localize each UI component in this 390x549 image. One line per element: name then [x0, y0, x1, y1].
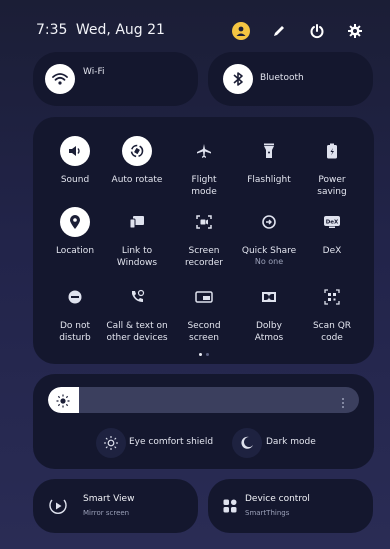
airplane-icon: [189, 136, 219, 166]
dnd-icon: [60, 282, 90, 312]
wifi-tile[interactable]: Wi-Fi: [33, 52, 198, 106]
rotate-icon: [122, 136, 152, 166]
tile-label: Scan QR code: [312, 321, 352, 343]
bluetooth-icon: [223, 64, 253, 94]
tile-auto-rotate[interactable]: Auto rotate: [102, 136, 172, 186]
device-control-icon: [223, 498, 237, 517]
tile-label: Call & text on other devices: [106, 321, 168, 343]
tile-label: Dolby Atmos: [254, 321, 284, 343]
display-panel: Eye comfort shield Dark mode: [33, 374, 374, 469]
svg-text:DeX: DeX: [326, 220, 339, 226]
tile-label: Power saving: [317, 175, 347, 197]
tile-label: DeX: [322, 246, 342, 256]
smart-view-icon: [48, 496, 68, 520]
tile-label: Location: [55, 246, 95, 256]
tile-label: Screen recorder: [185, 246, 223, 268]
eye-comfort-label: Eye comfort shield: [129, 437, 214, 447]
tile-dex[interactable]: DeX DeX: [297, 207, 367, 257]
tile-quick-share[interactable]: Quick Share No one: [234, 207, 304, 266]
location-icon: [60, 207, 90, 237]
flashlight-icon: [254, 136, 284, 166]
tile-flight-mode[interactable]: Flight mode: [169, 136, 239, 198]
call-text-icon: [122, 282, 152, 312]
tile-sublabel: No one: [254, 257, 284, 266]
tile-do-not-disturb[interactable]: Do not disturb: [40, 282, 110, 344]
tile-label: Link to Windows: [116, 246, 158, 268]
smart-view-card[interactable]: Smart View Mirror screen: [33, 479, 198, 533]
tile-flashlight[interactable]: Flashlight: [234, 136, 304, 186]
pencil-icon[interactable]: [270, 22, 288, 40]
volume-icon: [60, 136, 90, 166]
tile-label: Second screen: [187, 321, 221, 343]
wifi-icon: [45, 64, 75, 94]
dolby-icon: [254, 282, 284, 312]
tile-location[interactable]: Location: [40, 207, 110, 257]
device-control-card[interactable]: Device control SmartThings: [208, 479, 373, 533]
tile-second-screen[interactable]: Second screen: [169, 282, 239, 344]
power-icon[interactable]: [308, 22, 326, 40]
page-indicator: [206, 353, 209, 356]
tile-label: Flashlight: [247, 175, 291, 185]
device-control-sub: SmartThings: [245, 509, 290, 517]
tile-label: Auto rotate: [111, 175, 163, 185]
more-options-icon[interactable]: [341, 394, 345, 413]
avatar-icon[interactable]: [232, 22, 250, 40]
tile-label: Quick Share: [241, 246, 297, 256]
quick-share-icon: [254, 207, 284, 237]
smart-view-title: Smart View: [83, 494, 135, 504]
tile-scan-qr-code[interactable]: Scan QR code: [297, 282, 367, 344]
smart-view-sub: Mirror screen: [83, 509, 130, 517]
link-windows-icon: [122, 207, 152, 237]
tile-label: Sound: [60, 175, 90, 185]
tile-screen-recorder[interactable]: Screen recorder: [169, 207, 239, 269]
tile-link-to-windows[interactable]: Link to Windows: [102, 207, 172, 269]
tile-power-saving[interactable]: Power saving: [297, 136, 367, 198]
tile-call-text-other-devices[interactable]: Call & text on other devices: [102, 282, 172, 344]
date-text: Wed, Aug 21: [75, 22, 165, 38]
time-text: 7:35: [36, 22, 68, 38]
qr-icon: [317, 282, 347, 312]
wifi-label: Wi-Fi: [83, 67, 105, 77]
status-time: 7:35 Wed, Aug 21: [36, 22, 165, 38]
device-control-title: Device control: [245, 494, 310, 504]
dark-mode-label: Dark mode: [266, 437, 316, 447]
dex-icon: DeX: [317, 207, 347, 237]
tile-sound[interactable]: Sound: [40, 136, 110, 186]
battery-icon: [317, 136, 347, 166]
gear-icon[interactable]: [346, 22, 364, 40]
tile-label: Do not disturb: [59, 321, 91, 343]
screen-recorder-icon: [189, 207, 219, 237]
eye-comfort-icon[interactable]: [96, 428, 126, 458]
quick-settings-panel: Sound Auto rotate Flight mode Flashlight…: [33, 117, 374, 364]
second-screen-icon: [189, 282, 219, 312]
moon-icon[interactable]: [232, 428, 262, 458]
bluetooth-label: Bluetooth: [260, 73, 304, 83]
bluetooth-tile[interactable]: Bluetooth: [208, 52, 373, 106]
tile-label: Flight mode: [191, 175, 217, 197]
sun-icon: [56, 393, 70, 412]
brightness-slider[interactable]: [48, 387, 359, 413]
tile-dolby-atmos[interactable]: Dolby Atmos: [234, 282, 304, 344]
page-indicator-active: [199, 353, 202, 356]
